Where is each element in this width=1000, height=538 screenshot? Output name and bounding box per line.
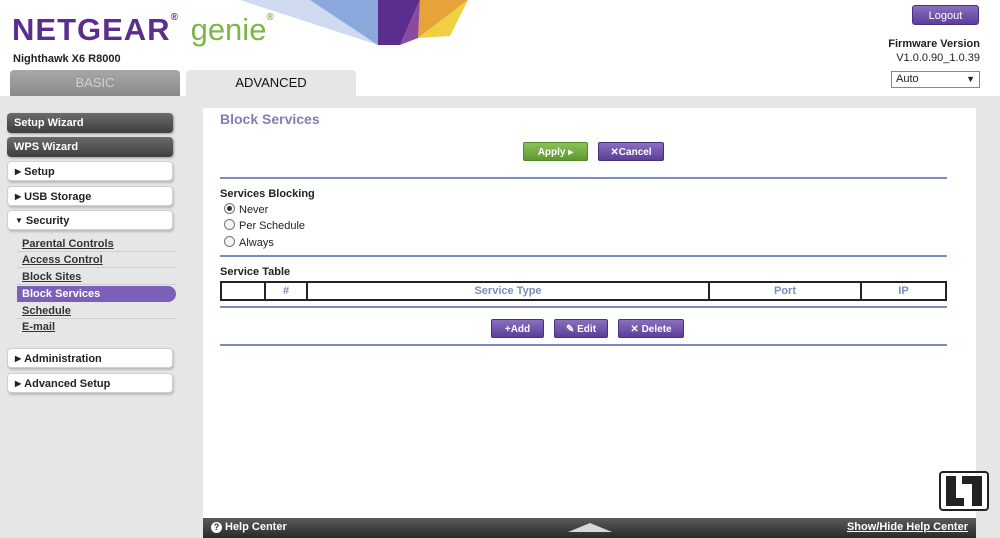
help-icon: ?: [211, 522, 222, 533]
sidebar-item-access-control[interactable]: Access Control: [17, 252, 176, 268]
sidebar-item-advanced-setup[interactable]: ▶ Advanced Setup: [7, 373, 173, 393]
radio-option-always[interactable]: Always: [224, 236, 274, 250]
site-watermark-logo: [939, 471, 989, 511]
expand-arrow-icon: ▶: [15, 354, 22, 363]
expand-arrow-icon: ▶: [15, 167, 22, 176]
router-model: Nighthawk X6 R8000: [13, 53, 121, 65]
sidebar: Setup Wizard WPS Wizard ▶ Setup ▶ USB Stor…: [0, 96, 200, 538]
decorative-shapes-graphic: [240, 0, 468, 45]
dropdown-arrow-icon: ▼: [966, 74, 975, 84]
services-blocking-heading: Services Blocking: [220, 188, 315, 200]
service-table: # Service Type Port IP: [220, 281, 947, 301]
table-header-row: # Service Type Port IP: [220, 281, 947, 301]
column-header-number: #: [264, 281, 308, 301]
expand-up-icon[interactable]: [568, 523, 612, 532]
edit-button[interactable]: ✎ Edit: [554, 319, 608, 338]
expand-arrow-icon: ▶: [15, 379, 22, 388]
main-content: Block Services Apply ▸ ✕Cancel Services …: [203, 108, 976, 526]
help-center-label[interactable]: ? Help Center: [211, 521, 287, 533]
collapse-arrow-icon: ▼: [15, 216, 23, 225]
brand-name: NETGEAR: [12, 12, 171, 47]
sidebar-item-administration[interactable]: ▶ Administration: [7, 348, 173, 368]
radio-button[interactable]: [224, 203, 235, 214]
sidebar-item-block-sites[interactable]: Block Sites: [17, 269, 176, 285]
firmware-version-label: Firmware Version: [888, 38, 980, 50]
sidebar-item-block-services[interactable]: Block Services: [17, 286, 176, 302]
page-title: Block Services: [220, 111, 320, 127]
delete-button[interactable]: ✕ Delete: [618, 319, 684, 338]
apply-button[interactable]: Apply ▸: [523, 142, 588, 161]
tab-basic[interactable]: BASIC: [10, 70, 180, 96]
sidebar-item-security[interactable]: ▼ Security: [7, 210, 173, 230]
column-header-port: Port: [708, 281, 862, 301]
close-icon: ✕: [630, 324, 642, 335]
language-select[interactable]: Auto ▼: [891, 71, 980, 88]
radio-option-per-schedule[interactable]: Per Schedule: [224, 219, 305, 233]
sidebar-item-setup[interactable]: ▶ Setup: [7, 161, 173, 181]
close-icon: ✕: [610, 147, 619, 158]
firmware-version-value: V1.0.0.90_1.0.39: [896, 52, 980, 64]
divider: [220, 177, 947, 179]
show-hide-help-link[interactable]: Show/Hide Help Center: [847, 521, 968, 533]
sidebar-item-setup-wizard[interactable]: Setup Wizard: [7, 113, 173, 133]
help-center-bar: ? Help Center Show/Hide Help Center: [203, 518, 976, 538]
language-selected-value: Auto: [896, 73, 919, 85]
divider: [220, 344, 947, 346]
pencil-icon: ✎: [565, 324, 578, 335]
sidebar-item-email[interactable]: E-mail: [17, 319, 176, 335]
divider: [220, 255, 947, 257]
add-button[interactable]: +Add: [491, 319, 544, 338]
header: NETGEAR® genie® Nighthawk X6 R8000 Logou…: [0, 0, 1000, 96]
radio-button[interactable]: [224, 219, 235, 230]
column-header-ip: IP: [860, 281, 947, 301]
sidebar-item-wps-wizard[interactable]: WPS Wizard: [7, 137, 173, 157]
sidebar-item-parental-controls[interactable]: Parental Controls: [17, 236, 176, 252]
column-header-service-type: Service Type: [306, 281, 710, 301]
sidebar-item-schedule[interactable]: Schedule: [17, 303, 176, 319]
expand-arrow-icon: ▶: [15, 192, 22, 201]
radio-button[interactable]: [224, 236, 235, 247]
divider: [220, 306, 947, 308]
logout-button[interactable]: Logout: [912, 5, 979, 25]
sidebar-item-usb-storage[interactable]: ▶ USB Storage: [7, 186, 173, 206]
cancel-button[interactable]: ✕Cancel: [598, 142, 664, 161]
radio-option-never[interactable]: Never: [224, 203, 268, 217]
column-header-select: [220, 281, 266, 301]
netgear-genie-logo: NETGEAR® genie®: [12, 12, 275, 47]
tab-advanced[interactable]: ADVANCED: [186, 70, 356, 96]
service-table-heading: Service Table: [220, 266, 291, 278]
